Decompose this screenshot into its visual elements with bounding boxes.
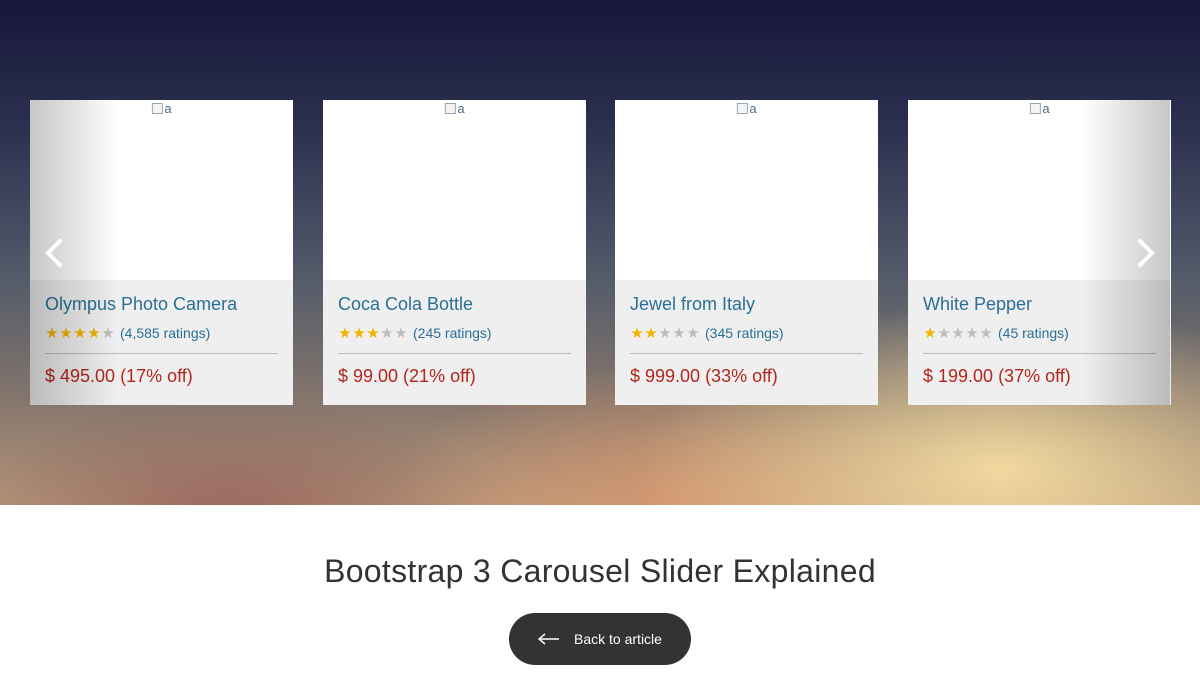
star-empty-icon: ★	[394, 324, 408, 342]
ratings-count-link[interactable]: (45 ratings)	[998, 325, 1069, 341]
hero-background: a Olympus Photo Camera ★★★★★ (4,585 rati…	[0, 0, 1200, 505]
product-card[interactable]: a Jewel from Italy ★ ★ ★ ★ ★ (345 ratings) $…	[615, 100, 878, 405]
product-price: $ 99.00 (21% off)	[338, 366, 476, 386]
ratings-count-link[interactable]: (245 ratings)	[413, 325, 492, 341]
broken-image-icon: a	[1029, 102, 1049, 116]
product-card[interactable]: a Coca Cola Bottle ★ ★ ★ ★ ★ (245 ratings) $…	[323, 100, 586, 405]
star-filled-icon: ★	[630, 324, 644, 342]
star-empty-icon: ★	[658, 324, 672, 342]
product-price: $ 999.00 (33% off)	[630, 366, 778, 386]
broken-image-icon: a	[444, 102, 464, 116]
star-filled-icon: ★	[644, 324, 658, 342]
divider	[338, 353, 571, 354]
page-title: Bootstrap 3 Carousel Slider Explained	[324, 553, 876, 589]
product-rating: ★ ★ ★ ★ ★ (245 ratings)	[338, 324, 492, 342]
star-empty-icon: ★	[672, 324, 686, 342]
product-price: $ 199.00 (37% off)	[923, 366, 1071, 386]
star-rating: ★★★★★	[923, 326, 993, 341]
star-filled-icon: ★	[923, 324, 937, 342]
product-title-link[interactable]: White Pepper	[923, 294, 1032, 315]
product-rating: ★ ★ ★ ★ ★ (45 ratings)	[923, 324, 1069, 342]
star-filled-icon: ★	[366, 324, 380, 342]
star-empty-icon: ★	[937, 324, 951, 342]
chevron-right-icon	[1137, 237, 1155, 268]
ratings-count-link[interactable]: (4,585 ratings)	[120, 325, 210, 341]
product-rating: ★ ★ ★ ★ ★ (345 ratings)	[630, 324, 784, 342]
broken-image-icon: a	[151, 102, 171, 116]
star-empty-icon: ★	[979, 324, 993, 342]
star-empty-icon: ★	[686, 324, 700, 342]
arrow-left-icon	[538, 633, 560, 645]
star-empty-icon: ★	[951, 324, 965, 342]
broken-image-icon: a	[736, 102, 756, 116]
back-button-label: Back to article	[574, 631, 662, 647]
product-image[interactable]: a	[323, 100, 586, 280]
star-empty-icon: ★	[965, 324, 979, 342]
divider	[630, 353, 863, 354]
star-empty-icon: ★	[380, 324, 394, 342]
carousel-next-button[interactable]	[1082, 100, 1170, 405]
carousel-prev-button[interactable]	[30, 100, 118, 405]
back-to-article-button[interactable]: Back to article	[509, 613, 691, 665]
product-title-link[interactable]: Jewel from Italy	[630, 294, 755, 315]
chevron-left-icon	[45, 237, 63, 268]
star-filled-icon: ★	[352, 324, 366, 342]
star-rating: ★★★★★	[338, 326, 408, 341]
product-image[interactable]: a	[615, 100, 878, 280]
star-filled-icon: ★	[338, 324, 352, 342]
product-title-link[interactable]: Coca Cola Bottle	[338, 294, 473, 315]
star-rating: ★★★★★	[630, 326, 700, 341]
ratings-count-link[interactable]: (345 ratings)	[705, 325, 784, 341]
